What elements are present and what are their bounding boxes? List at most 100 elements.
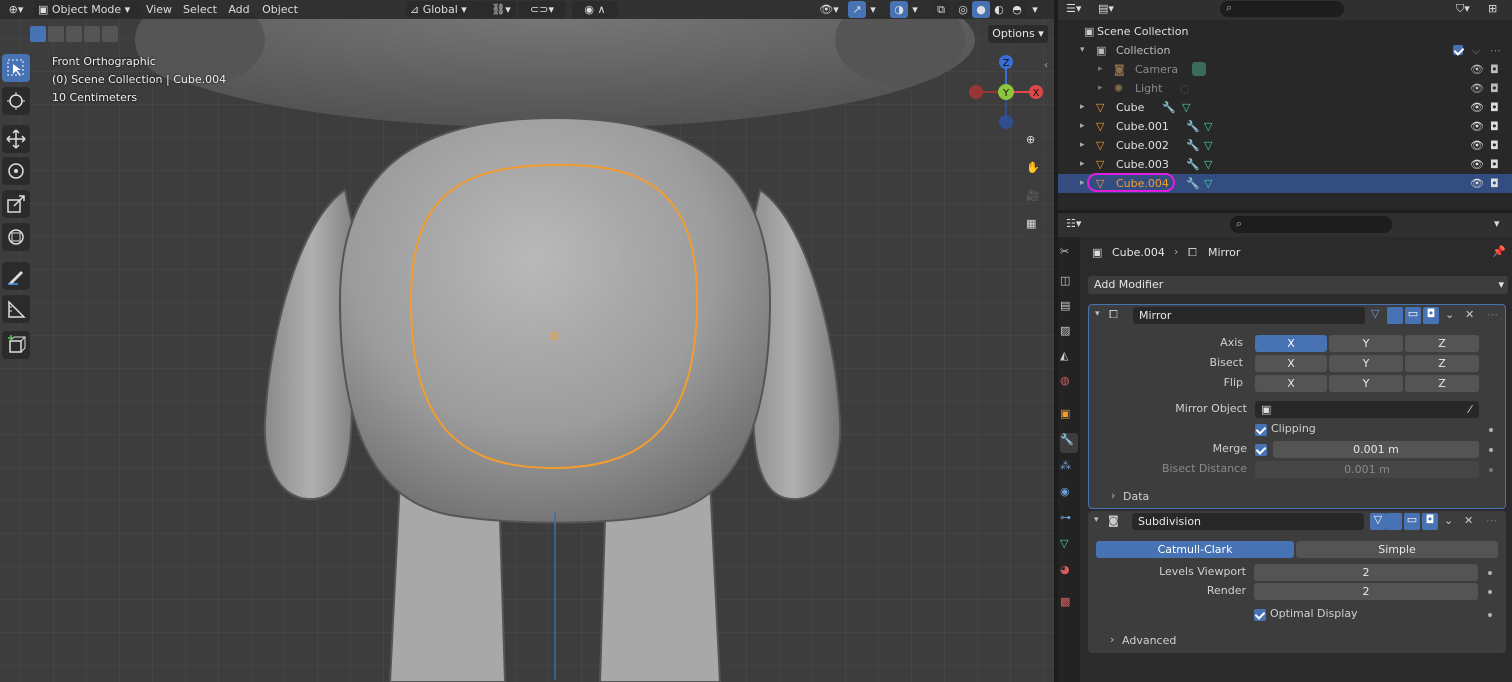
cage-toggle-icon[interactable] bbox=[1386, 513, 1402, 530]
axis-y-toggle[interactable]: Y bbox=[1329, 335, 1403, 352]
menu-add[interactable]: Add bbox=[226, 1, 252, 18]
new-collection-icon[interactable]: ⊞ bbox=[1488, 2, 1506, 18]
levels-viewport-field[interactable]: 2 bbox=[1254, 564, 1478, 581]
menu-view[interactable]: View bbox=[144, 1, 174, 18]
drag-handle-icon[interactable]: ⋯ bbox=[1486, 514, 1497, 527]
edit-mode-toggle-icon[interactable]: ▽ bbox=[1371, 307, 1385, 324]
data-subpanel-header[interactable]: Data bbox=[1123, 490, 1149, 503]
tool-tab-icon[interactable]: ✂ bbox=[1060, 245, 1078, 265]
expand-arrow-icon[interactable]: ▸ bbox=[1098, 60, 1103, 79]
properties-editor-type-icon[interactable]: ☷▾ bbox=[1066, 217, 1081, 230]
visibility-eye-icon[interactable]: 👁 bbox=[1470, 117, 1484, 136]
chevron-right-icon[interactable]: › bbox=[1110, 633, 1114, 646]
pin-icon[interactable]: 📌 bbox=[1492, 245, 1506, 258]
visibility-eye-icon[interactable]: 👁 bbox=[1470, 136, 1484, 155]
keyframe-dot-icon[interactable] bbox=[1488, 613, 1492, 617]
collection-more-icon[interactable]: ⋯ bbox=[1490, 41, 1501, 60]
merge-checkbox[interactable] bbox=[1255, 444, 1267, 456]
select-box-tool[interactable] bbox=[2, 54, 30, 82]
cursor-tool[interactable] bbox=[2, 87, 30, 115]
mirror-name-field[interactable]: Mirror bbox=[1133, 307, 1365, 324]
xray-toggle-icon[interactable]: ⧉ bbox=[932, 1, 950, 18]
render-camera-icon[interactable]: ◘ bbox=[1490, 117, 1499, 136]
axis-z-toggle[interactable]: Z bbox=[1405, 335, 1479, 352]
expand-arrow-icon[interactable]: ▸ bbox=[1080, 117, 1085, 136]
gizmo-toggle-icon[interactable]: ↗ bbox=[848, 1, 866, 18]
sidebar-toggle-icon[interactable]: ‹ bbox=[1044, 60, 1048, 71]
ortho-grid-icon[interactable]: ▦ bbox=[1020, 214, 1044, 238]
filter-icon[interactable]: ⛉▾ bbox=[1456, 2, 1482, 18]
add-modifier-dropdown[interactable]: Add Modifier ▾ bbox=[1088, 276, 1508, 294]
outliner-search-input[interactable]: ⌕ bbox=[1220, 1, 1344, 17]
character-body[interactable] bbox=[338, 116, 772, 524]
visibility-eye-icon[interactable]: 👁 bbox=[1470, 174, 1484, 193]
editor-type-button[interactable]: ⊕▾ bbox=[4, 1, 28, 18]
texture-tab-icon[interactable]: ▩ bbox=[1060, 595, 1078, 615]
modifier-menu-icon[interactable]: ⌄ bbox=[1444, 514, 1453, 527]
select-invert-icon[interactable] bbox=[84, 26, 100, 42]
render-toggle-icon[interactable]: ◘ bbox=[1422, 513, 1438, 530]
3d-viewport[interactable]: ⊕▾ ▣ Object Mode ▾ View Select Add Objec… bbox=[0, 0, 1054, 682]
advanced-subpanel-header[interactable]: Advanced bbox=[1122, 634, 1176, 647]
solid-shading-icon[interactable]: ● bbox=[972, 1, 990, 18]
realtime-toggle-icon[interactable]: ▭ bbox=[1404, 513, 1420, 530]
expand-arrow-icon[interactable]: ▸ bbox=[1098, 79, 1103, 98]
collection-exclude-checkbox[interactable] bbox=[1453, 45, 1463, 55]
mode-dropdown[interactable]: ▣ Object Mode ▾ bbox=[34, 1, 140, 18]
visibility-eye-icon[interactable]: 👁 bbox=[1470, 98, 1484, 117]
snap-icon[interactable]: ⊂⊃▾ bbox=[518, 1, 566, 18]
overlay-toggle-icon[interactable]: ◑ bbox=[890, 1, 908, 18]
flip-x-toggle[interactable]: X bbox=[1255, 375, 1327, 392]
render-camera-icon[interactable]: ◘ bbox=[1490, 79, 1499, 98]
material-shading-icon[interactable]: ◐ bbox=[990, 1, 1008, 18]
scene-tab-icon[interactable]: ◭ bbox=[1060, 349, 1078, 369]
measure-tool[interactable] bbox=[2, 295, 30, 323]
rotate-tool[interactable] bbox=[2, 157, 30, 185]
wireframe-shading-icon[interactable]: ◎ bbox=[954, 1, 972, 18]
realtime-toggle-icon[interactable]: ▭ bbox=[1405, 307, 1421, 324]
properties-search-input[interactable]: ⌕ bbox=[1230, 216, 1392, 233]
render-camera-icon[interactable]: ◘ bbox=[1490, 155, 1499, 174]
outliner-row-camera[interactable]: ▸ ◙ Camera 👁 ◘ bbox=[1058, 60, 1512, 79]
drag-handle-icon[interactable]: ⋯ bbox=[1487, 308, 1498, 321]
outliner-row-cube-003[interactable]: ▸ ▽ Cube.003 🔧 ▽ 👁 ◘ bbox=[1058, 155, 1512, 174]
remove-modifier-icon[interactable]: ✕ bbox=[1465, 308, 1474, 321]
outliner-row-cube-004[interactable]: ▸ ▽ Cube.004 🔧 ▽ 👁 ◘ bbox=[1058, 173, 1512, 193]
cage-toggle-icon[interactable] bbox=[1387, 307, 1403, 324]
overlay-dropdown-icon[interactable]: ▾ bbox=[908, 1, 922, 18]
transform-orientation-dropdown[interactable]: ⊿ Global ▾ bbox=[406, 1, 486, 18]
axis-x-toggle[interactable]: X bbox=[1255, 335, 1327, 352]
outliner-row-scene-collection[interactable]: ▣ Scene Collection bbox=[1058, 22, 1512, 41]
expand-arrow-icon[interactable]: ▸ bbox=[1080, 155, 1085, 174]
keyframe-dot-icon[interactable] bbox=[1489, 448, 1493, 452]
outliner-row-cube[interactable]: ▸ ▽ Cube 🔧 ▽ 👁 ◘ bbox=[1058, 98, 1512, 117]
move-tool[interactable] bbox=[2, 125, 30, 153]
menu-object[interactable]: Object bbox=[260, 1, 300, 18]
gizmo-dropdown-icon[interactable]: ▾ bbox=[866, 1, 880, 18]
expand-arrow-icon[interactable]: ▸ bbox=[1080, 136, 1085, 155]
rendered-shading-icon[interactable]: ◓ bbox=[1008, 1, 1026, 18]
keyframe-dot-icon[interactable] bbox=[1488, 590, 1492, 594]
render-tab-icon[interactable]: ◫ bbox=[1060, 274, 1078, 294]
remove-modifier-icon[interactable]: ✕ bbox=[1464, 514, 1473, 527]
physics-tab-icon[interactable]: ◉ bbox=[1060, 485, 1078, 505]
viewport-scene[interactable] bbox=[0, 0, 1054, 682]
render-toggle-icon[interactable]: ◘ bbox=[1423, 307, 1439, 324]
collapse-arrow-icon[interactable]: ▾ bbox=[1094, 515, 1099, 525]
view-layer-tab-icon[interactable]: ▨ bbox=[1060, 324, 1078, 344]
select-intersect-icon[interactable] bbox=[102, 26, 118, 42]
bisect-x-toggle[interactable]: X bbox=[1255, 355, 1327, 372]
properties-options-icon[interactable]: ▾ bbox=[1494, 217, 1500, 230]
keyframe-dot-icon[interactable] bbox=[1489, 468, 1493, 472]
expand-arrow-icon[interactable]: ▸ bbox=[1080, 174, 1085, 193]
material-tab-icon[interactable]: ◕ bbox=[1060, 563, 1078, 583]
collapse-arrow-icon[interactable]: ▾ bbox=[1095, 309, 1100, 319]
mirror-object-field[interactable]: ▣ ⁄ bbox=[1255, 401, 1479, 418]
transform-tool[interactable] bbox=[2, 223, 30, 251]
bisect-z-toggle[interactable]: Z bbox=[1405, 355, 1479, 372]
modifier-menu-icon[interactable]: ⌄ bbox=[1445, 308, 1454, 321]
chevron-right-icon[interactable]: › bbox=[1111, 489, 1115, 502]
output-tab-icon[interactable]: ▤ bbox=[1060, 299, 1078, 319]
modifier-tab-icon[interactable]: 🔧 bbox=[1060, 433, 1078, 453]
add-cube-tool[interactable] bbox=[2, 331, 30, 359]
